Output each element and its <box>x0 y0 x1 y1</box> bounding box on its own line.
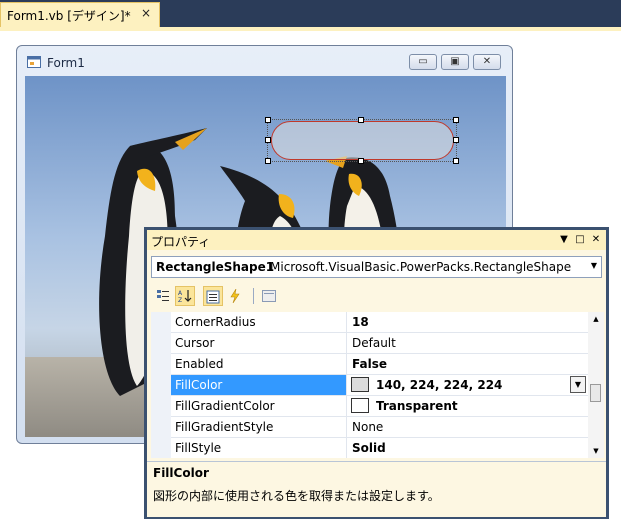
property-row-fillcolor[interactable]: FillColor 140, 224, 224, 224 ▼ <box>171 375 588 396</box>
close-icon[interactable]: × <box>141 6 151 20</box>
resize-handle-left[interactable] <box>265 137 271 143</box>
chevron-down-icon: ▼ <box>590 261 597 270</box>
properties-titlebar[interactable]: プロパティ ▼ □ ✕ <box>147 230 606 250</box>
property-row-fillstyle[interactable]: FillStyle Solid <box>171 438 588 458</box>
property-name: Enabled <box>171 354 347 374</box>
property-pages-icon[interactable] <box>259 286 279 306</box>
property-row-cornerradius[interactable]: CornerRadius 18 <box>171 312 588 333</box>
document-tab-label: Form1.vb [デザイン]* <box>7 9 131 23</box>
property-value: 140, 224, 224, 224 <box>376 378 503 392</box>
maximize-icon: ▣ <box>450 56 460 67</box>
scroll-thumb[interactable] <box>590 384 601 402</box>
property-value: 18 <box>352 315 369 329</box>
property-value-cell: False <box>348 354 588 374</box>
property-value-cell: Transparent <box>348 396 588 416</box>
properties-toolbar: AZ <box>151 285 602 307</box>
vertical-scrollbar[interactable]: ▲ ▼ <box>588 312 604 458</box>
properties-title: プロパティ <box>151 235 211 249</box>
form-title: Form1 <box>47 56 85 70</box>
maximize-button[interactable]: ▣ <box>441 54 469 70</box>
object-type: Microsoft.VisualBasic.PowerPacks.Rectang… <box>270 260 572 274</box>
property-value-cell: 140, 224, 224, 224 ▼ <box>348 375 588 395</box>
description-title: FillColor <box>153 466 209 480</box>
property-value: Transparent <box>376 399 458 413</box>
description-text: 図形の内部に使用される色を取得または設定します。 <box>153 489 440 503</box>
property-value-cell: Default <box>348 333 588 353</box>
resize-handle-top-left[interactable] <box>265 117 271 123</box>
property-row-fillgradientstyle[interactable]: FillGradientStyle None <box>171 417 588 438</box>
property-value-cell: 18 <box>348 312 588 332</box>
property-row-cursor[interactable]: Cursor Default <box>171 333 588 354</box>
toolbar-separator <box>253 288 254 304</box>
property-value: Solid <box>352 441 386 455</box>
resize-handle-bottom[interactable] <box>358 158 364 164</box>
scroll-up-icon[interactable]: ▲ <box>588 312 604 326</box>
color-swatch <box>351 398 369 413</box>
alphabetical-icon[interactable]: AZ <box>175 286 195 306</box>
property-name: CornerRadius <box>171 312 347 332</box>
property-value-cell: None <box>348 417 588 437</box>
resize-handle-top[interactable] <box>358 117 364 123</box>
restore-icon[interactable]: □ <box>573 233 587 247</box>
events-icon[interactable] <box>225 286 245 306</box>
document-tab-strip: Form1.vb [デザイン]* × <box>0 0 621 27</box>
properties-icon[interactable] <box>203 286 223 306</box>
property-name: FillGradientStyle <box>171 417 347 437</box>
property-grid: CornerRadius 18 Cursor Default Enabled F… <box>151 312 588 458</box>
resize-handle-bottom-left[interactable] <box>265 158 271 164</box>
close-button[interactable]: ✕ <box>473 54 501 70</box>
resize-handle-top-right[interactable] <box>453 117 459 123</box>
property-value-cell: Solid <box>348 438 588 458</box>
property-value: Default <box>352 336 396 350</box>
categorized-icon[interactable] <box>153 286 173 306</box>
rectangle-shape[interactable] <box>271 121 454 160</box>
property-name: Cursor <box>171 333 347 353</box>
color-swatch <box>351 377 369 392</box>
minimize-button[interactable]: ▭ <box>409 54 437 70</box>
property-name: FillGradientColor <box>171 396 347 416</box>
object-name: RectangleShape1 <box>156 260 275 274</box>
close-icon[interactable]: ✕ <box>589 233 603 247</box>
svg-text:A: A <box>178 290 183 297</box>
property-value: None <box>352 420 384 434</box>
property-row-enabled[interactable]: Enabled False <box>171 354 588 375</box>
property-value: False <box>352 357 387 371</box>
minimize-icon: ▭ <box>418 56 428 67</box>
property-name: FillColor <box>171 375 347 395</box>
property-name: FillStyle <box>171 438 347 458</box>
resize-handle-right[interactable] <box>453 137 459 143</box>
form-icon <box>27 56 41 68</box>
resize-handle-bottom-right[interactable] <box>453 158 459 164</box>
svg-text:Z: Z <box>178 297 182 303</box>
description-panel: FillColor 図形の内部に使用される色を取得または設定します。 <box>147 461 606 517</box>
scroll-down-icon[interactable]: ▼ <box>588 444 604 458</box>
window-position-icon[interactable]: ▼ <box>557 233 571 247</box>
close-icon: ✕ <box>482 56 492 67</box>
object-selector[interactable]: RectangleShape1 Microsoft.VisualBasic.Po… <box>151 256 602 278</box>
grid-gutter <box>151 312 171 458</box>
document-tab-form1[interactable]: Form1.vb [デザイン]* × <box>0 2 160 27</box>
dropdown-button[interactable]: ▼ <box>570 376 586 393</box>
properties-window: プロパティ ▼ □ ✕ RectangleShape1 Microsoft.Vi… <box>144 227 609 519</box>
property-row-fillgradientcolor[interactable]: FillGradientColor Transparent <box>171 396 588 417</box>
